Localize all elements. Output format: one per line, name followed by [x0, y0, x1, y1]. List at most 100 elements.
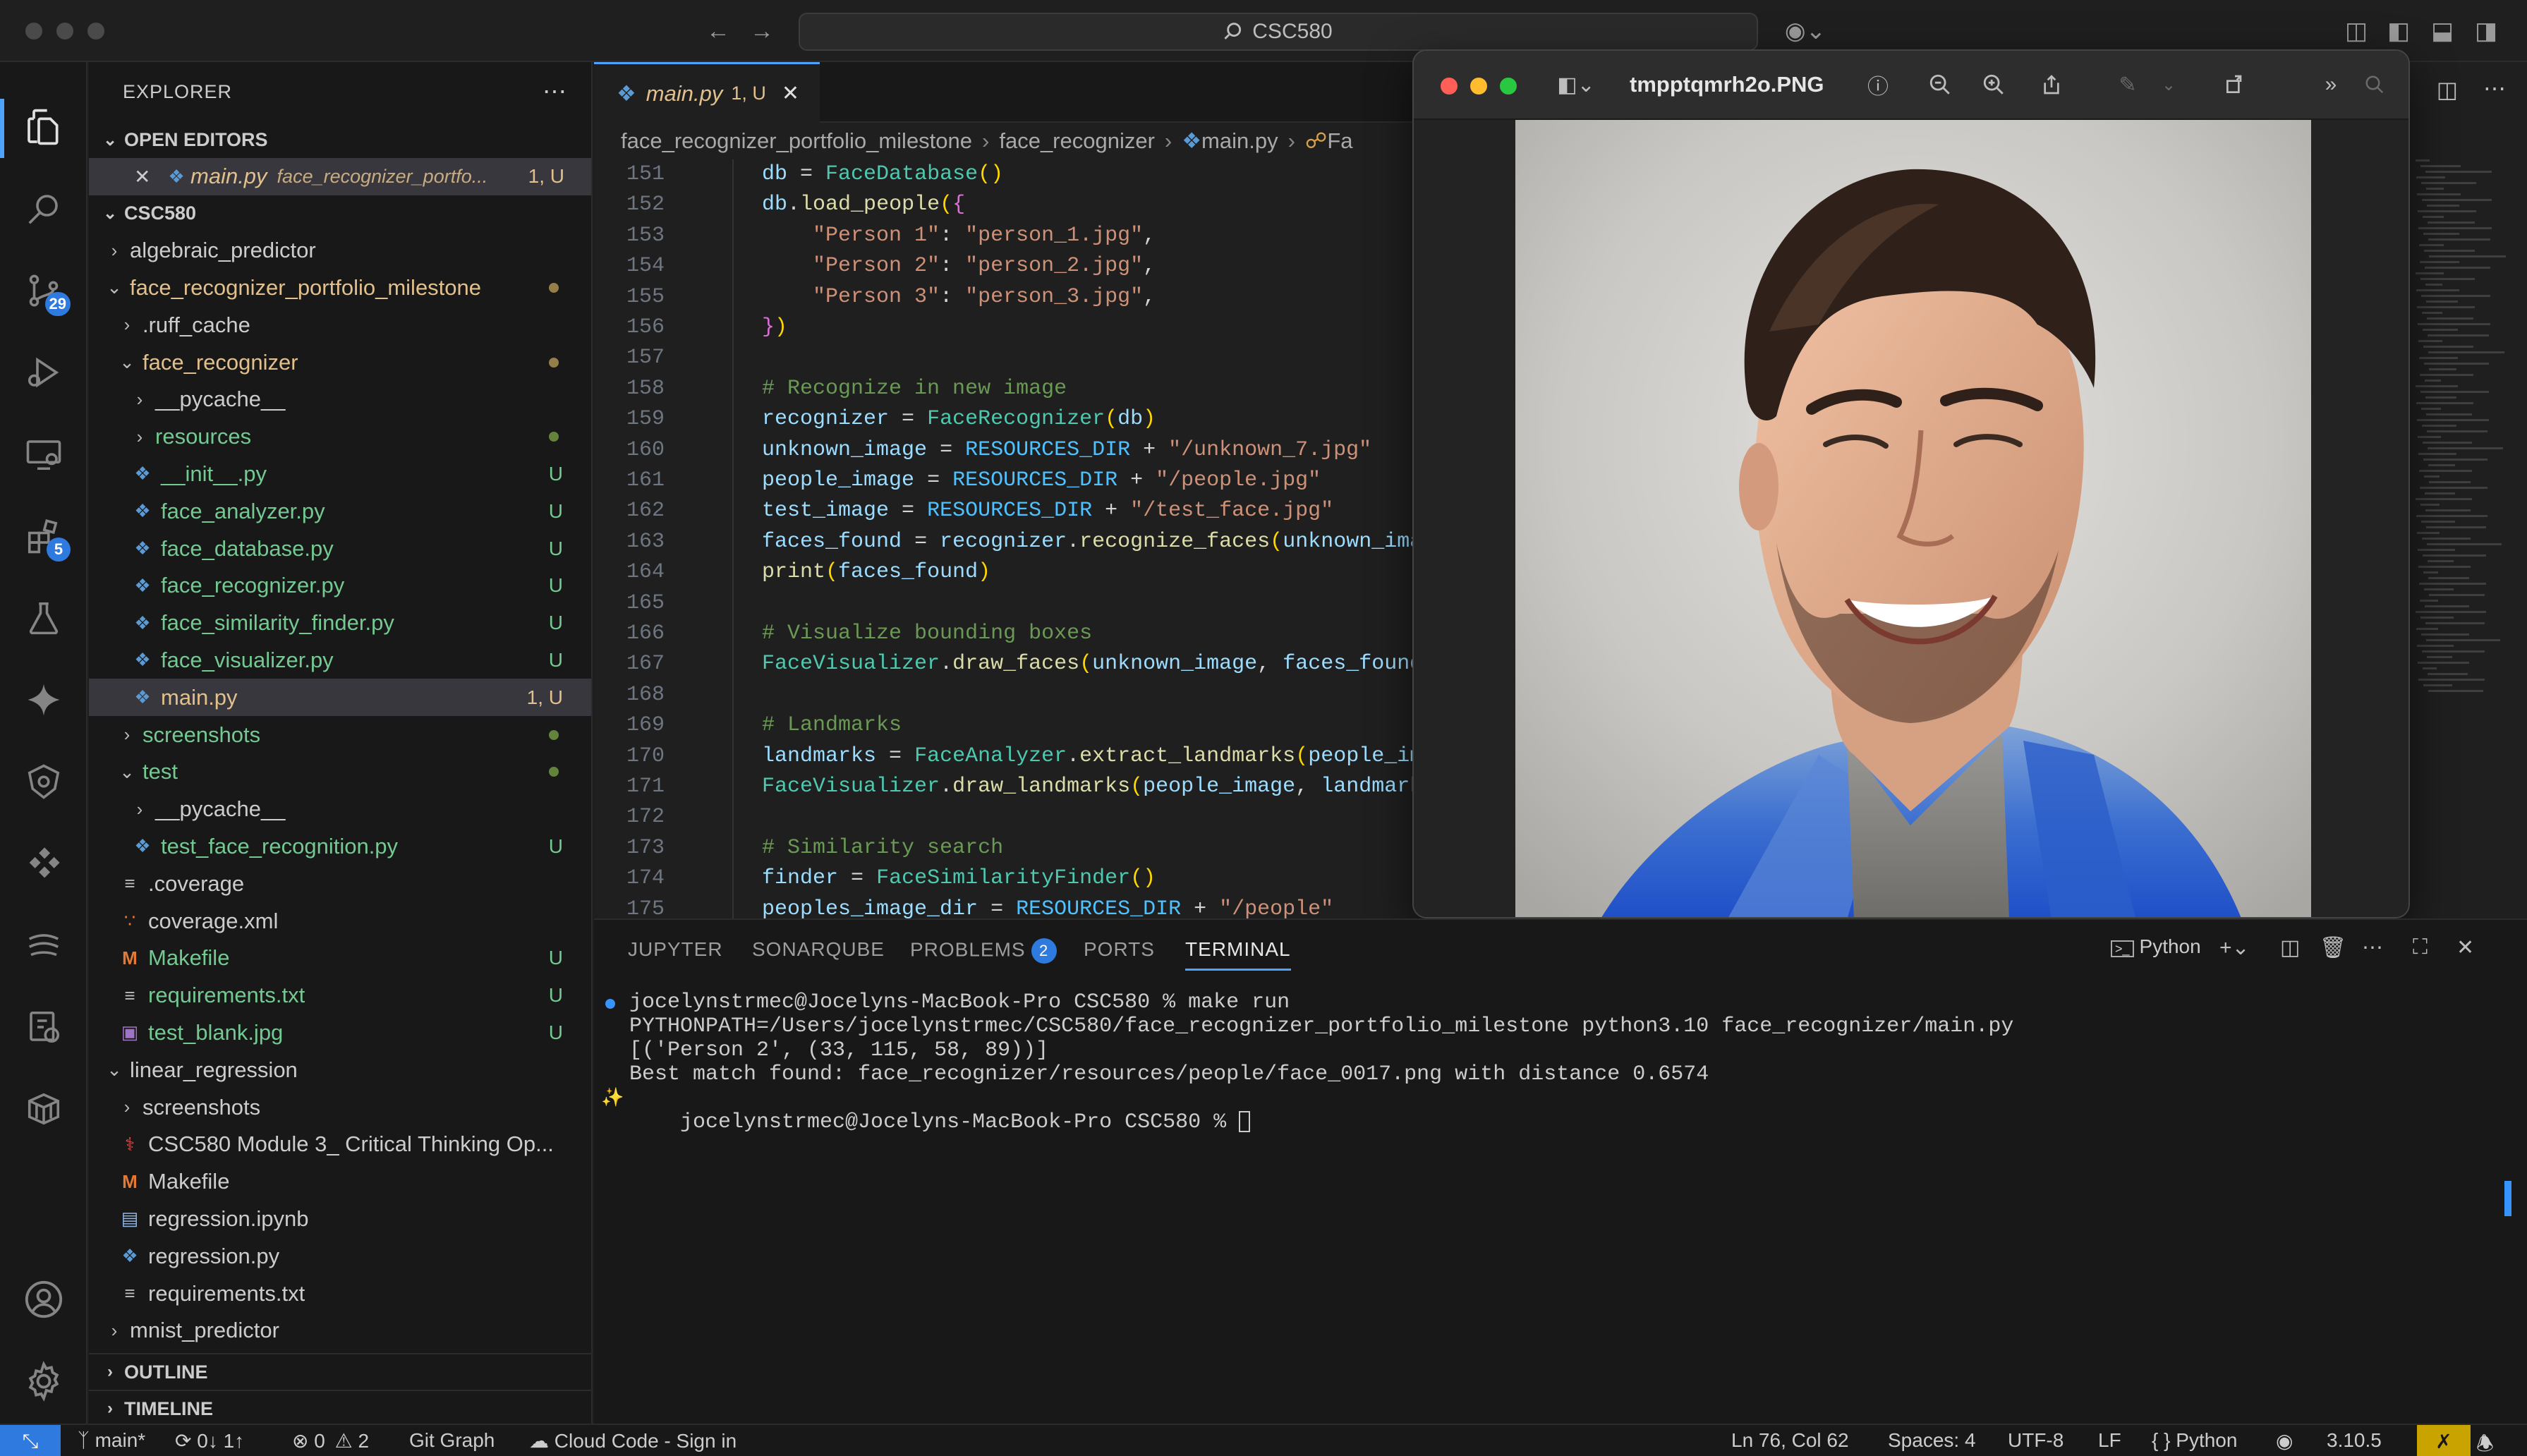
search-icon[interactable]	[2359, 69, 2390, 100]
testing-flask-icon[interactable]	[20, 594, 68, 642]
back-arrow-icon[interactable]: ←	[703, 16, 734, 47]
tree-file[interactable]: ❖ regression.py	[89, 1237, 591, 1275]
code-editor[interactable]: 151 db = FaceDatabase() 152 db.load_peopl…	[594, 159, 1412, 918]
copilot-icon[interactable]: ◉⌄	[1781, 16, 1830, 47]
share-icon[interactable]	[2036, 69, 2067, 100]
tree-file[interactable]: ▣ test_blank.jpg U	[89, 1014, 591, 1052]
tree-file[interactable]: ❖ face_database.py U	[89, 530, 591, 567]
tab-problems[interactable]: PROBLEMS 2	[910, 938, 1057, 964]
tree-file[interactable]: ∵ coverage.xml	[89, 902, 591, 940]
forward-arrow-icon[interactable]: →	[746, 16, 777, 47]
tree-file[interactable]: ❖ face_visualizer.py U	[89, 642, 591, 679]
tree-folder[interactable]: › __pycache__	[89, 791, 591, 828]
tree-folder[interactable]: ⌄ face_recognizer_portfolio_milestone	[89, 269, 591, 307]
workspace-root-section[interactable]: ⌄ CSC580	[89, 195, 591, 232]
remote-explorer-icon[interactable]	[20, 430, 68, 478]
editor-more-icon[interactable]: ⋯	[2483, 75, 2506, 102]
tree-folder[interactable]: › resources	[89, 418, 591, 456]
sonarqube-icon[interactable]	[20, 921, 68, 969]
kubernetes-icon[interactable]	[20, 758, 68, 806]
cursor-position[interactable]: Ln 76, Col 62	[1731, 1429, 1849, 1452]
cloud-code-status[interactable]: ☁ Cloud Code - Sign in	[529, 1429, 737, 1452]
tree-file[interactable]: ❖ face_analyzer.py U	[89, 492, 591, 530]
tree-file[interactable]: ❖ face_recognizer.py U	[89, 567, 591, 605]
bell-icon[interactable]: 🕭	[2476, 1429, 2494, 1456]
tab-sonarqube[interactable]: SONARQUBE	[752, 938, 885, 961]
tree-folder[interactable]: ⌄ linear_regression	[89, 1051, 591, 1088]
language-mode[interactable]: { } Python	[2152, 1429, 2237, 1452]
close-tab-icon[interactable]: ✕	[782, 81, 799, 106]
tree-file[interactable]: ❖ main.py 1, U	[89, 679, 591, 717]
maximize-panel-icon[interactable]: ⛶	[2413, 935, 2428, 959]
tree-folder[interactable]: › screenshots	[89, 1088, 591, 1126]
tree-folder[interactable]: ⌄ test	[89, 753, 591, 791]
open-editors-section[interactable]: ⌄ OPEN EDITORS	[89, 121, 591, 158]
git-graph-button[interactable]: Git Graph	[409, 1429, 495, 1452]
copilot-status-icon[interactable]: ◉	[2276, 1429, 2293, 1452]
end-of-line[interactable]: LF	[2098, 1429, 2121, 1452]
git-branch[interactable]: ᛉ main*	[78, 1429, 145, 1452]
maximize-window-button[interactable]	[87, 23, 104, 40]
rotate-icon[interactable]	[2219, 69, 2250, 100]
zoom-in-icon[interactable]	[1978, 69, 2009, 100]
breadcrumb-item[interactable]: face_recognizer_portfolio_milestone	[621, 128, 972, 154]
minimap[interactable]	[2410, 159, 2509, 696]
close-window-button[interactable]	[25, 23, 42, 40]
preview-minimize-button[interactable]	[1470, 78, 1487, 95]
accounts-icon[interactable]	[20, 1275, 68, 1323]
gitlens-icon[interactable]	[20, 1003, 68, 1051]
tree-file[interactable]: ≡ requirements.txt	[89, 1275, 591, 1312]
python-version[interactable]: 3.10.5	[2327, 1429, 2382, 1452]
encoding[interactable]: UTF-8	[2008, 1429, 2064, 1452]
tab-ports[interactable]: PORTS	[1084, 938, 1155, 961]
indentation[interactable]: Spaces: 4	[1888, 1429, 1976, 1452]
tree-file[interactable]: ❖ test_face_recognition.py U	[89, 828, 591, 866]
extensions-icon[interactable]: 5	[20, 512, 71, 562]
source-control-icon[interactable]: 29	[20, 267, 71, 316]
tree-file[interactable]: ⚕ CSC580 Module 3_ Critical Thinking Op..…	[89, 1126, 591, 1163]
tree-file[interactable]: ❖ face_similarity_finder.py U	[89, 605, 591, 642]
cloud-code-icon[interactable]	[20, 839, 68, 887]
terminal-profile[interactable]: >_ Python	[2111, 935, 2201, 958]
terminal-prompt[interactable]: jocelynstrmec@Jocelyns-MacBook-Pro CSC58…	[629, 1086, 1251, 1158]
open-editor-main-py[interactable]: ✕ ❖ main.py face_recognizer_portfo... 1,…	[89, 158, 591, 195]
split-editor-icon[interactable]: ◫	[2437, 76, 2458, 103]
tree-file[interactable]: ▤ regression.ipynb	[89, 1201, 591, 1238]
containers-icon[interactable]	[20, 1085, 68, 1133]
more-tools-icon[interactable]: »	[2315, 69, 2346, 100]
run-debug-icon[interactable]	[20, 348, 68, 396]
command-center-search[interactable]: CSC580	[799, 13, 1758, 51]
explorer-icon[interactable]	[20, 103, 68, 151]
markup-dropdown-icon[interactable]: ⌄	[2153, 69, 2184, 100]
outline-section[interactable]: › OUTLINE	[89, 1353, 591, 1390]
breadcrumb-item[interactable]: Fa	[1327, 128, 1352, 154]
preview-zoom-button[interactable]	[1500, 78, 1517, 95]
notifications-muted-icon[interactable]: ✗	[2417, 1425, 2471, 1456]
gemini-sparkle-icon[interactable]	[20, 676, 68, 724]
split-terminal-icon[interactable]: ◫	[2280, 935, 2300, 960]
tree-folder[interactable]: › screenshots	[89, 716, 591, 753]
tree-folder[interactable]: › __pycache__	[89, 381, 591, 418]
toggle-panel-icon[interactable]: ⬓	[2427, 16, 2458, 47]
tree-file[interactable]: M Makefile	[89, 1163, 591, 1201]
toggle-secondary-sidebar-icon[interactable]: ◨	[2471, 16, 2502, 47]
tree-file[interactable]: ❖ __init__.py U	[89, 456, 591, 493]
panel-more-icon[interactable]: ⋯	[2362, 935, 2383, 960]
preview-close-button[interactable]	[1441, 78, 1458, 95]
tree-file[interactable]: M Makefile U	[89, 940, 591, 977]
tab-jupyter[interactable]: JUPYTER	[628, 938, 723, 961]
search-icon[interactable]	[20, 185, 68, 233]
sidebar-toggle-icon[interactable]: ◧⌄	[1548, 69, 1604, 100]
sync-status[interactable]: ⟳ 0↓ 1↑	[175, 1429, 244, 1452]
tab-main-py[interactable]: ❖ main.py 1, U ✕	[594, 62, 820, 123]
tree-file[interactable]: ≡ requirements.txt U	[89, 977, 591, 1014]
breadcrumb-item[interactable]: face_recognizer	[999, 128, 1155, 154]
close-panel-icon[interactable]: ✕	[2456, 935, 2474, 960]
problems-status[interactable]: ⊗ 0 ⚠ 2	[292, 1429, 369, 1452]
tree-file[interactable]: ≡ .coverage	[89, 865, 591, 902]
zoom-out-icon[interactable]	[1925, 69, 1956, 100]
tab-terminal[interactable]: TERMINAL	[1185, 938, 1291, 971]
tree-folder[interactable]: › .ruff_cache	[89, 306, 591, 344]
breadcrumb-item[interactable]: main.py	[1201, 128, 1278, 154]
tree-folder[interactable]: ⌄ face_recognizer	[89, 344, 591, 381]
